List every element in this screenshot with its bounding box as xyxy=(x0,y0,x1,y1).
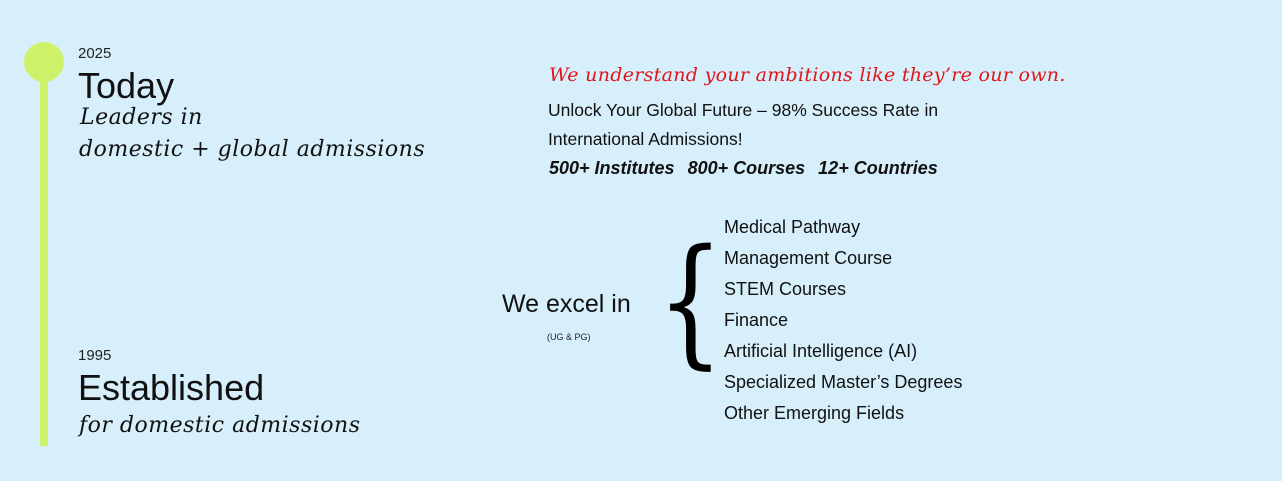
course-item: Medical Pathway xyxy=(724,217,861,237)
course-item: Specialized Master’s Degrees xyxy=(724,372,963,392)
established-year: 1995 xyxy=(78,347,112,364)
course-item: Artificial Intelligence (AI) xyxy=(724,341,918,361)
course-list: Medical Pathway Management Course STEM C… xyxy=(724,212,962,429)
hero-description: Unlock Your Global Future – 98% Success … xyxy=(548,100,939,149)
today-subtitle-line1: Leaders in xyxy=(80,105,203,130)
tagline: We understand your ambitions like they’r… xyxy=(549,64,1066,86)
excel-sublabel: (UG & PG) xyxy=(547,332,591,342)
course-item: Finance xyxy=(724,310,789,330)
stat-countries: 12+ Countries xyxy=(818,158,938,178)
excel-label: We excel in xyxy=(502,290,631,318)
stat-courses: 800+ Courses xyxy=(687,158,806,178)
established-title: Established xyxy=(78,367,265,408)
course-item: Other Emerging Fields xyxy=(724,403,905,423)
timeline-bar xyxy=(40,60,48,446)
today-title: Today xyxy=(78,65,175,106)
today-subtitle-line2: domestic + global admissions xyxy=(79,137,426,162)
timeline-dot xyxy=(24,42,64,82)
stat-institutes: 500+ Institutes xyxy=(549,158,675,178)
course-item: Management Course xyxy=(724,248,893,268)
course-item: STEM Courses xyxy=(724,279,847,299)
stats-row: 500+ Institutes 800+ Courses 12+ Countri… xyxy=(549,158,946,179)
established-subtitle: for domestic admissions xyxy=(79,413,361,438)
curly-brace: { xyxy=(657,220,724,383)
today-year: 2025 xyxy=(78,45,112,62)
